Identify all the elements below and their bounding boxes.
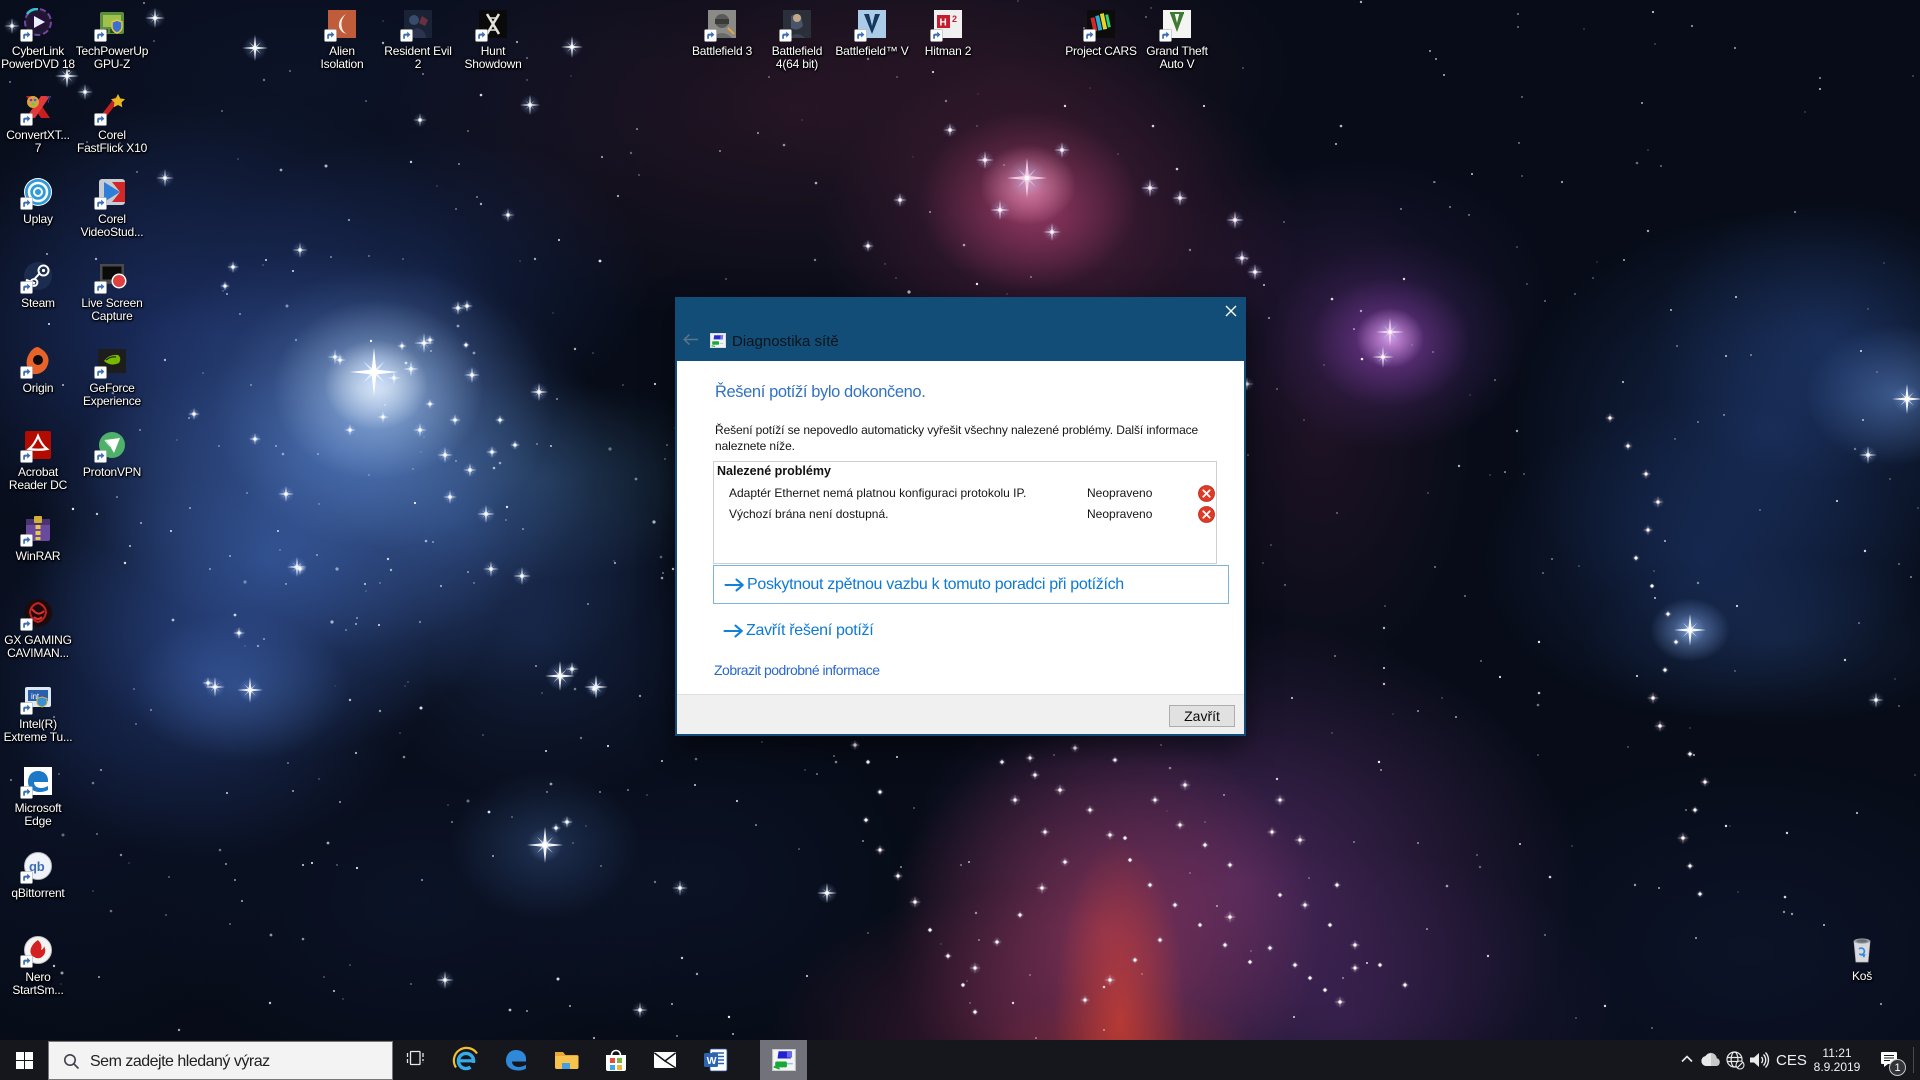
svg-text:W: W bbox=[707, 1055, 717, 1067]
svg-text:2: 2 bbox=[952, 14, 957, 24]
svg-text:H: H bbox=[940, 18, 947, 29]
svg-text:7: 7 bbox=[46, 95, 52, 106]
